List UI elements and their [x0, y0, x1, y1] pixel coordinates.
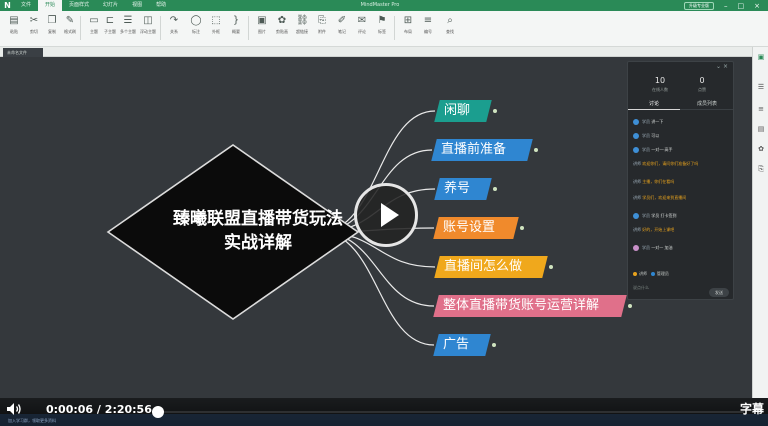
time-display: 0:00:06 / 2:20:56 — [46, 403, 152, 416]
branch-topic[interactable]: 广告 — [433, 334, 491, 356]
branch-topic[interactable]: 直播前准备 — [431, 139, 533, 161]
branch-topic[interactable]: 养号 — [434, 178, 492, 200]
panel-window-controls: ⌄ × — [628, 62, 733, 72]
chat-input[interactable]: 说点什么 — [633, 285, 649, 291]
live-chat-panel: ⌄ × 10 在线人数 0 点赞 讨论 成员列表 学员 讲一下 学员 可以 学员… — [627, 61, 734, 300]
play-button[interactable] — [354, 183, 418, 247]
chat-tabs: 讨论 成员列表 — [628, 99, 733, 110]
online-count: 10 在线人数 — [652, 76, 668, 92]
branch-expand-dot[interactable] — [493, 109, 497, 113]
tab-discussion[interactable]: 讨论 — [628, 99, 680, 110]
chat-message: 学员 学员 打卡签到 — [633, 213, 730, 219]
chat-message: 学员 一对一·高手 — [633, 147, 730, 153]
tab-members[interactable]: 成员列表 — [681, 99, 733, 110]
seek-track[interactable] — [164, 411, 744, 413]
play-icon — [381, 203, 399, 227]
like-count: 0 点赞 — [698, 76, 706, 92]
video-controls: 加入学习群，领取更多资料 0:00:06 / 2:20:56 字幕 — [0, 398, 768, 426]
central-topic-title: 臻曦联盟直播带货玩法 实战详解 — [148, 207, 368, 255]
branch-expand-dot[interactable] — [549, 265, 553, 269]
current-time: 0:00:06 — [46, 403, 94, 416]
chat-message: 讲师 主播，你们在看吗 — [633, 179, 675, 184]
close-icon[interactable]: × — [723, 63, 728, 70]
legend-dot — [650, 272, 655, 276]
role-legend: 讲师 管理员 — [633, 271, 669, 277]
total-time: 2:20:56 — [104, 403, 152, 416]
minimize-icon[interactable]: ⌄ — [716, 63, 721, 70]
avatar — [633, 133, 639, 139]
avatar — [633, 147, 639, 153]
send-button[interactable]: 发送 — [709, 288, 729, 297]
branch-expand-dot[interactable] — [492, 343, 496, 347]
chat-message: 学员 讲一下 — [633, 119, 730, 125]
avatar — [633, 119, 639, 125]
chat-message: 学员 一对一 加油 — [633, 245, 730, 251]
central-topic-line-1: 臻曦联盟直播带货玩法 — [173, 209, 343, 229]
chat-message: 讲师 好的，开始上课吧 — [633, 227, 675, 232]
background-strip-text: 加入学习群，领取更多资料 — [8, 418, 56, 423]
subtitle-button[interactable]: 字幕 — [740, 402, 764, 416]
chat-message: 讲师 欢迎你们，请问你们准备好了吗 — [633, 161, 699, 166]
legend-dot — [633, 272, 637, 276]
chat-message: 学员 可以 — [633, 133, 730, 139]
avatar — [633, 213, 639, 219]
chat-message: 讲师 学员们，欢迎来到直播间 — [633, 195, 687, 200]
branch-topic[interactable]: 直播间怎么做 — [434, 256, 548, 278]
branch-expand-dot[interactable] — [520, 226, 524, 230]
time-separator: / — [96, 403, 101, 416]
branch-topic[interactable]: 账号设置 — [433, 217, 519, 239]
branch-expand-dot[interactable] — [628, 304, 632, 308]
avatar — [633, 245, 639, 251]
branch-expand-dot[interactable] — [534, 148, 538, 152]
volume-icon[interactable] — [6, 402, 22, 416]
branch-topic[interactable]: 闲聊 — [434, 100, 492, 122]
seek-handle[interactable] — [152, 406, 164, 418]
central-topic-line-2: 实战详解 — [224, 233, 292, 253]
branch-topic[interactable]: 整体直播带货账号运营详解 — [433, 295, 627, 317]
branch-expand-dot[interactable] — [493, 187, 497, 191]
